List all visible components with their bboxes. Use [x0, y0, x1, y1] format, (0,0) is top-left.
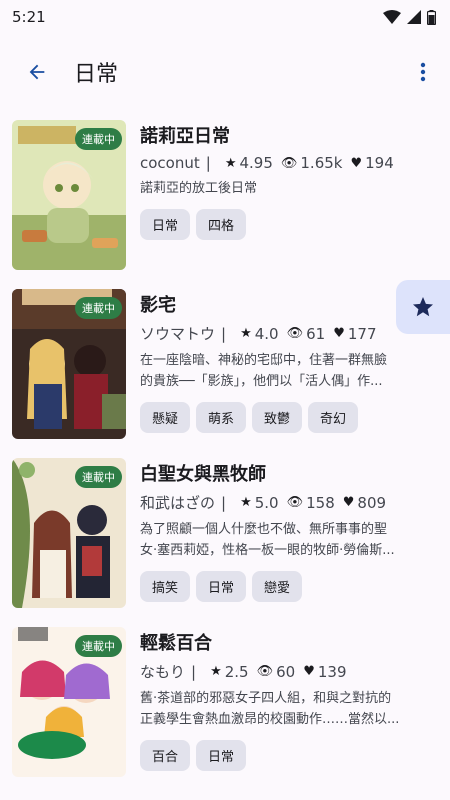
tag-chip[interactable]: 四格	[196, 209, 247, 240]
item-info: 白聖女與黑牧師 和武はざの | ★ 5.0 👁 158 ♥ 809 為了照顧一個…	[140, 450, 450, 619]
tag-list: 搞笑 日常 戀愛	[140, 571, 434, 602]
cover-image[interactable]: 連載中	[12, 120, 126, 270]
item-rating: 5.0	[254, 493, 279, 512]
more-options-button[interactable]	[408, 57, 438, 87]
status-badge: 連載中	[75, 635, 122, 657]
status-icons	[383, 9, 436, 25]
item-info: 諾莉亞日常 coconut | ★ 4.95 👁 1.65k ♥ 194 諾莉亞…	[140, 112, 450, 281]
signal-icon	[407, 10, 421, 24]
item-views: 1.65k	[300, 154, 343, 172]
tag-list: 懸疑 萌系 致鬱 奇幻	[140, 402, 434, 433]
wifi-icon	[383, 10, 401, 24]
list-item[interactable]: 連載中 白聖女與黑牧師 和武はざの | ★ 5.0 👁 158 ♥ 809 為了…	[0, 450, 450, 619]
item-description: 為了照顧一個人什麼也不做、無所事事的聖 女·塞西莉婭，性格一板一眼的牧師·勞倫斯…	[140, 519, 434, 561]
tag-chip[interactable]: 懸疑	[140, 402, 191, 433]
item-info: 輕鬆百合 なもり | ★ 2.5 👁 60 ♥ 139 舊·茶道部的邪惡女子四人…	[140, 619, 450, 788]
item-author: ソウマトウ	[140, 325, 216, 343]
status-badge: 連載中	[75, 128, 122, 150]
item-title: 影宅	[140, 295, 176, 316]
battery-icon	[427, 9, 436, 25]
status-bar: 5:21	[0, 0, 450, 34]
more-vert-icon	[420, 62, 426, 82]
eye-icon: 👁	[286, 495, 304, 510]
description-line: 正義學生會熱血激昂的校園動作……當然以...	[140, 712, 400, 727]
item-rating: 4.95	[239, 154, 273, 172]
tag-chip[interactable]: 致鬱	[252, 402, 303, 433]
item-rating: 4.0	[254, 324, 279, 343]
tag-chip[interactable]: 搞笑	[140, 571, 191, 602]
item-likes: 809	[357, 493, 387, 512]
item-views: 60	[276, 662, 296, 681]
top-app-bar: 日常	[0, 34, 450, 110]
tag-chip[interactable]: 戀愛	[252, 571, 303, 602]
item-title: 白聖女與黑牧師	[140, 464, 266, 485]
eye-icon: 👁	[256, 664, 274, 679]
heart-icon: ♥	[342, 495, 355, 510]
cover-image[interactable]: 連載中	[12, 458, 126, 608]
description-line: 女·塞西莉婭，性格一板一眼的牧師·勞倫斯...	[140, 543, 395, 558]
item-description: 諾莉亞的放工後日常	[140, 178, 434, 199]
item-title: 諾莉亞日常	[140, 126, 230, 147]
item-likes: 177	[347, 324, 377, 343]
eye-icon: 👁	[280, 155, 298, 171]
comic-list: 連載中 諾莉亞日常 coconut | ★ 4.95 👁 1.65k ♥ 194…	[0, 112, 450, 788]
item-author: coconut	[140, 154, 200, 172]
tag-chip[interactable]: 日常	[196, 740, 247, 771]
description-line: 舊·茶道部的邪惡女子四人組，和與之對抗的	[140, 691, 392, 706]
bottom-fade	[0, 780, 450, 800]
item-title: 輕鬆百合	[140, 633, 212, 654]
description-line: 為了照顧一個人什麼也不做、無所事事的聖	[140, 522, 388, 537]
tag-chip[interactable]: 日常	[140, 209, 191, 240]
star-icon: ★	[210, 664, 222, 679]
meta-separator: |	[191, 662, 197, 681]
heart-icon: ♥	[303, 664, 315, 679]
star-icon: ★	[240, 495, 252, 510]
status-time: 5:21	[12, 8, 46, 26]
item-author: 和武はざの	[140, 494, 216, 512]
item-rating: 2.5	[224, 662, 249, 681]
meta-separator: |	[221, 324, 227, 343]
tag-list: 日常 四格	[140, 209, 434, 240]
description-line: 的貴族──「影族」，他們以「活人偶」作...	[140, 374, 383, 389]
item-likes: 139	[317, 662, 347, 681]
list-item[interactable]: 連載中 諾莉亞日常 coconut | ★ 4.95 👁 1.65k ♥ 194…	[0, 112, 450, 281]
item-meta: coconut | ★ 4.95 👁 1.65k ♥ 194	[140, 154, 434, 172]
page-title: 日常	[74, 62, 119, 87]
heart-icon: ♥	[350, 155, 363, 171]
list-item[interactable]: 連載中 影宅 ソウマトウ | ★ 4.0 👁 61 ♥ 177 在一座陰暗、神秘…	[0, 281, 450, 450]
description-line: 在一座陰暗、神秘的宅邸中，住著一群無臉	[140, 353, 388, 368]
item-meta: 和武はざの | ★ 5.0 👁 158 ♥ 809	[140, 492, 434, 513]
item-description: 在一座陰暗、神秘的宅邸中，住著一群無臉 的貴族──「影族」，他們以「活人偶」作.…	[140, 350, 434, 392]
star-icon	[413, 297, 433, 317]
cover-image[interactable]: 連載中	[12, 289, 126, 439]
item-likes: 194	[365, 154, 394, 172]
item-meta: なもり | ★ 2.5 👁 60 ♥ 139	[140, 661, 434, 682]
item-description: 舊·茶道部的邪惡女子四人組，和與之對抗的 正義學生會熱血激昂的校園動作……當然以…	[140, 688, 434, 730]
back-button[interactable]	[22, 57, 52, 87]
item-views: 61	[306, 324, 326, 343]
tag-chip[interactable]: 萌系	[196, 402, 247, 433]
tag-chip[interactable]: 日常	[196, 571, 247, 602]
item-meta: ソウマトウ | ★ 4.0 👁 61 ♥ 177	[140, 323, 434, 344]
star-icon: ★	[240, 326, 252, 341]
tag-chip[interactable]: 奇幻	[308, 402, 359, 433]
meta-separator: |	[221, 493, 227, 512]
heart-icon: ♥	[333, 326, 345, 341]
cover-image[interactable]: 連載中	[12, 627, 126, 777]
eye-icon: 👁	[286, 326, 304, 341]
arrow-back-icon	[29, 64, 45, 80]
tag-list: 百合 日常	[140, 740, 434, 771]
list-item[interactable]: 連載中 輕鬆百合 なもり | ★ 2.5 👁 60 ♥ 139 舊·茶道部的邪惡…	[0, 619, 450, 788]
item-views: 158	[306, 493, 335, 512]
star-icon: ★	[224, 155, 237, 171]
tag-chip[interactable]: 百合	[140, 740, 191, 771]
item-author: なもり	[140, 663, 186, 681]
description-line: 諾莉亞的放工後日常	[140, 181, 258, 196]
favorite-fab[interactable]	[396, 280, 450, 334]
status-badge: 連載中	[75, 297, 122, 319]
meta-separator: |	[205, 154, 211, 172]
status-badge: 連載中	[75, 466, 122, 488]
